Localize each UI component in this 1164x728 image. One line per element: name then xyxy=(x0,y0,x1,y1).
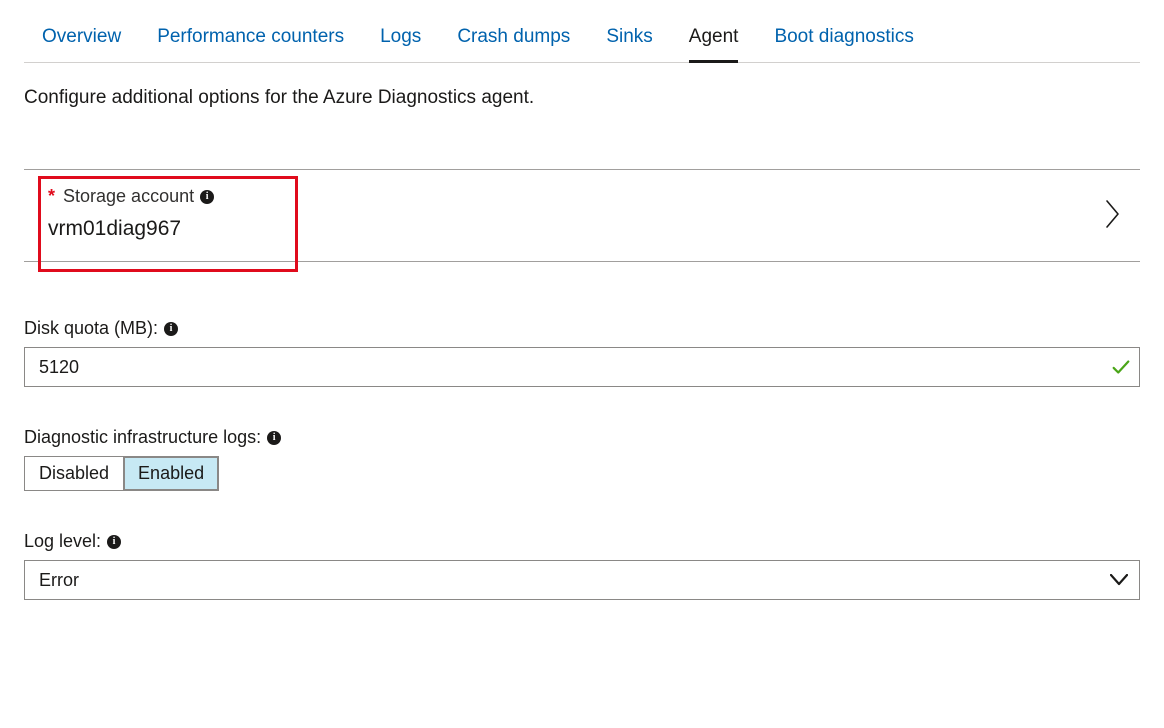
tab-logs[interactable]: Logs xyxy=(380,20,421,63)
tab-crash-dumps[interactable]: Crash dumps xyxy=(457,20,570,63)
log-level-value: Error xyxy=(39,570,79,591)
tabs: Overview Performance counters Logs Crash… xyxy=(24,20,1140,63)
toggle-enabled[interactable]: Enabled xyxy=(124,457,218,490)
storage-account-value: vrm01diag967 xyxy=(48,217,214,241)
tab-agent[interactable]: Agent xyxy=(689,20,739,63)
disk-quota-label: Disk quota (MB): xyxy=(24,318,158,339)
tab-performance-counters[interactable]: Performance counters xyxy=(157,20,344,63)
chevron-right-icon xyxy=(1104,199,1122,229)
storage-account-label: Storage account xyxy=(63,186,194,207)
info-icon[interactable]: i xyxy=(267,431,281,445)
log-level-select[interactable]: Error xyxy=(24,560,1140,600)
log-level-label: Log level: xyxy=(24,531,101,552)
infra-logs-label: Diagnostic infrastructure logs: xyxy=(24,427,261,448)
info-icon[interactable]: i xyxy=(200,190,214,204)
infra-logs-toggle: Disabled Enabled xyxy=(24,456,219,491)
storage-account-row[interactable]: * Storage account i vrm01diag967 xyxy=(24,169,1140,262)
page-description: Configure additional options for the Azu… xyxy=(24,87,1140,109)
toggle-disabled[interactable]: Disabled xyxy=(25,457,124,490)
required-asterisk: * xyxy=(48,186,55,207)
tab-boot-diagnostics[interactable]: Boot diagnostics xyxy=(774,20,913,63)
info-icon[interactable]: i xyxy=(164,322,178,336)
tab-sinks[interactable]: Sinks xyxy=(606,20,652,63)
info-icon[interactable]: i xyxy=(107,535,121,549)
checkmark-icon xyxy=(1110,356,1132,378)
disk-quota-input[interactable] xyxy=(24,347,1140,387)
tab-overview[interactable]: Overview xyxy=(42,20,121,63)
